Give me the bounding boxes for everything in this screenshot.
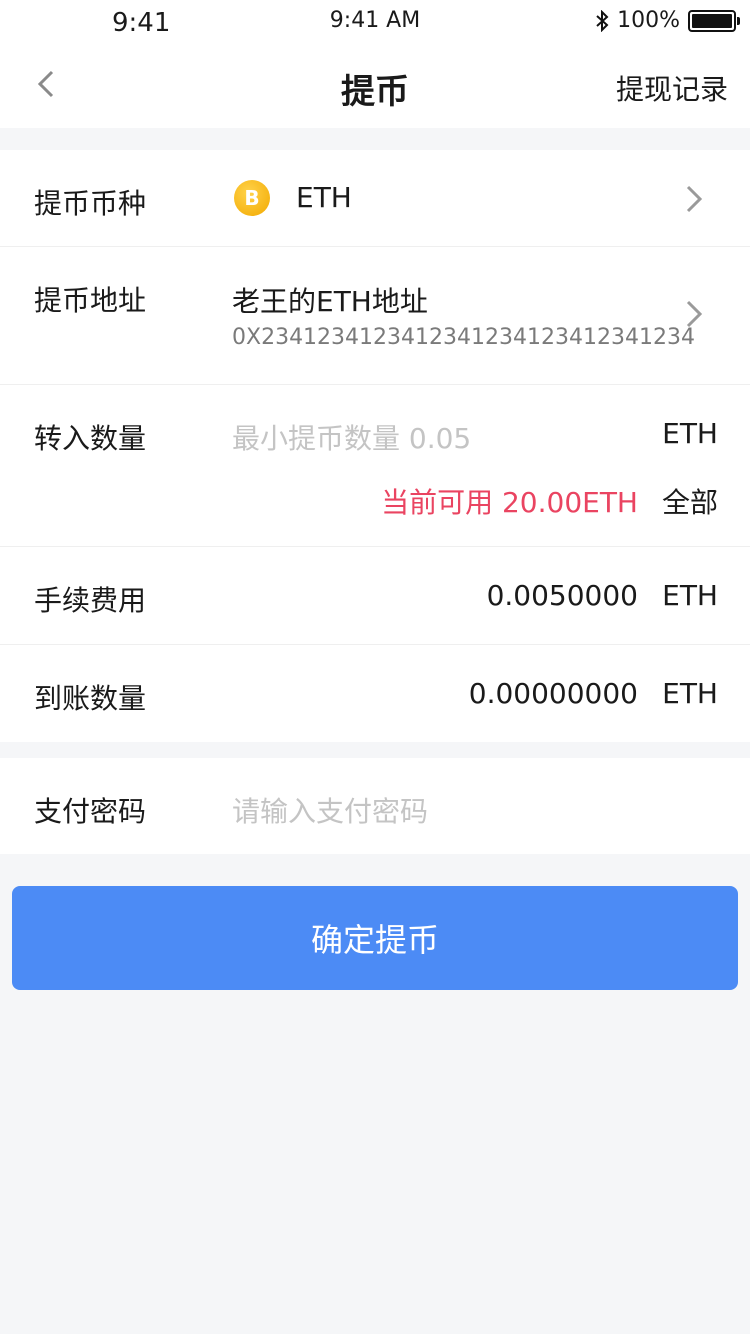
bluetooth-icon bbox=[596, 9, 609, 32]
fee-unit: ETH bbox=[662, 579, 718, 612]
nav-bar: 提币 提现记录 bbox=[0, 42, 750, 128]
status-bar: 9:41 9:41 AM 100% bbox=[0, 0, 750, 42]
form-group-main: 提币币种 B ETH 提币地址 老王的ETH地址 0X2341234123412… bbox=[0, 150, 750, 742]
password-input[interactable]: 请输入支付密码 bbox=[232, 790, 428, 830]
form-group-password: 支付密码 请输入支付密码 bbox=[0, 758, 750, 854]
fee-value: 0.0050000 bbox=[486, 579, 638, 612]
battery-icon bbox=[688, 9, 740, 32]
fee-label: 手续费用 bbox=[34, 584, 147, 617]
battery-percent: 100% bbox=[617, 8, 680, 33]
chevron-right-icon bbox=[682, 299, 706, 329]
row-fee: 手续费用 0.0050000 ETH bbox=[0, 547, 750, 645]
address-label: 提币地址 bbox=[34, 284, 147, 317]
bitcoin-coin-icon: B bbox=[234, 180, 270, 216]
received-unit: ETH bbox=[662, 677, 718, 710]
row-address[interactable]: 提币地址 老王的ETH地址 0X234123412341234123412341… bbox=[0, 247, 750, 385]
chevron-right-icon bbox=[682, 184, 706, 214]
received-value: 0.00000000 bbox=[468, 677, 638, 710]
row-password: 支付密码 请输入支付密码 bbox=[0, 758, 750, 854]
amount-label: 转入数量 bbox=[34, 422, 147, 455]
row-amount: 转入数量 最小提币数量 0.05 ETH 当前可用 20.00ETH 全部 bbox=[0, 385, 750, 547]
coin-value: ETH bbox=[296, 181, 352, 214]
withdraw-history-link[interactable]: 提现记录 bbox=[616, 68, 728, 108]
row-coin[interactable]: 提币币种 B ETH bbox=[0, 150, 750, 247]
row-received: 到账数量 0.00000000 ETH bbox=[0, 645, 750, 742]
confirm-withdraw-button[interactable]: 确定提币 bbox=[12, 886, 738, 990]
amount-unit: ETH bbox=[662, 417, 718, 450]
status-right: 100% bbox=[595, 8, 740, 33]
address-name: 老王的ETH地址 bbox=[232, 285, 428, 318]
all-button[interactable]: 全部 bbox=[662, 481, 718, 521]
password-label: 支付密码 bbox=[34, 795, 147, 828]
received-label: 到账数量 bbox=[34, 682, 147, 715]
amount-input[interactable]: 最小提币数量 0.05 bbox=[232, 417, 471, 457]
available-balance: 当前可用 20.00ETH bbox=[381, 486, 638, 519]
coin-label: 提币币种 bbox=[34, 187, 147, 220]
address-hash: 0X2341234123412341234123412341234 bbox=[232, 325, 695, 350]
